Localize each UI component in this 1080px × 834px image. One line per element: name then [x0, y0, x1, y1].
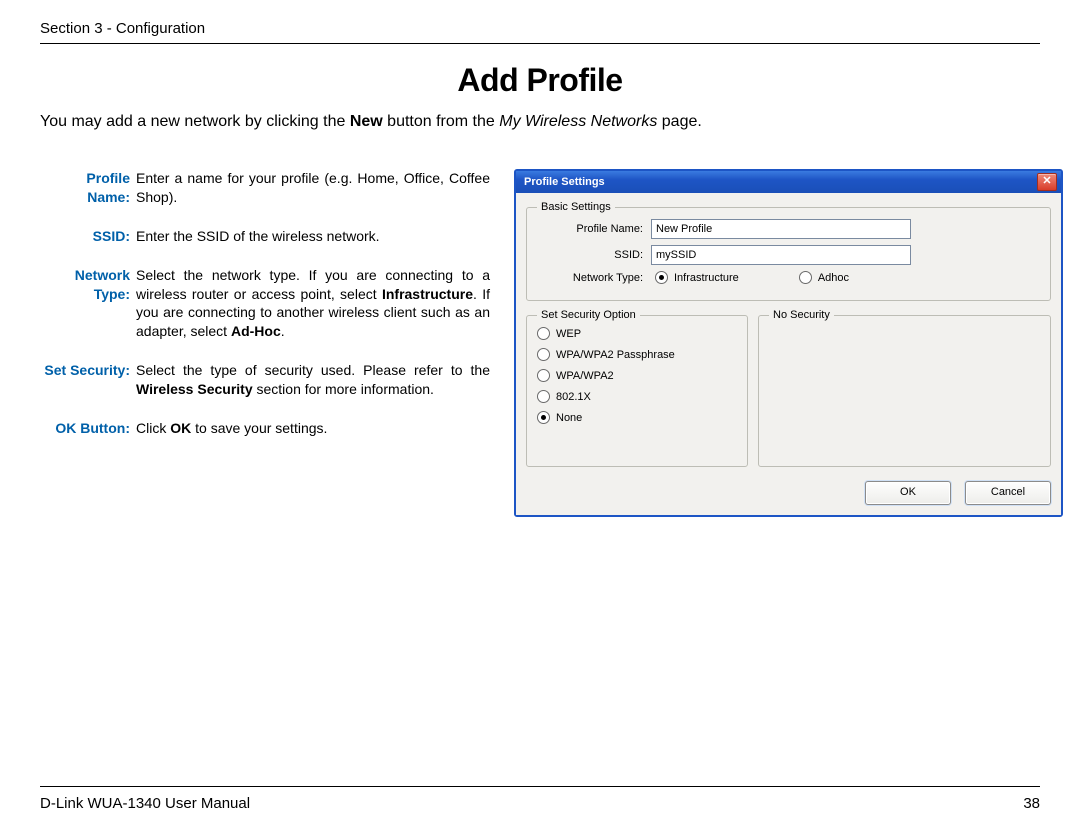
ok-button[interactable]: OK [865, 481, 951, 505]
definitions-column: Profile Name: Enter a name for your prof… [40, 169, 490, 458]
footer-page-number: 38 [1023, 795, 1040, 812]
page-title: Add Profile [40, 62, 1040, 99]
def-bold: OK [170, 420, 191, 436]
radio-label: 802.1X [556, 391, 591, 403]
radio-infrastructure[interactable]: Infrastructure [655, 271, 739, 284]
row-network-type: Network Type: Infrastructure Adhoc [537, 271, 1040, 284]
radio-wpa-wpa2[interactable]: WPA/WPA2 [537, 369, 737, 382]
radio-8021x[interactable]: 802.1X [537, 390, 737, 403]
def-label: Network Type: [40, 266, 136, 342]
content-row: Profile Name: Enter a name for your prof… [40, 169, 1040, 517]
radio-label: WPA/WPA2 Passphrase [556, 349, 675, 361]
radio-icon [655, 271, 668, 284]
basic-settings-group: Basic Settings Profile Name: New Profile… [526, 201, 1051, 301]
label-network-type: Network Type: [537, 272, 651, 284]
group-legend: Basic Settings [537, 201, 615, 213]
titlebar-title: Profile Settings [524, 176, 605, 188]
radio-wep[interactable]: WEP [537, 327, 737, 340]
input-ssid[interactable]: mySSID [651, 245, 911, 265]
def-text: . [281, 323, 285, 339]
def-ssid: SSID: Enter the SSID of the wireless net… [40, 227, 490, 246]
dialog-body: Basic Settings Profile Name: New Profile… [516, 193, 1061, 515]
footer-left: D-Link WUA-1340 User Manual [40, 795, 250, 812]
def-bold: Ad-Hoc [231, 323, 281, 339]
label-ssid: SSID: [537, 249, 651, 261]
manual-page: Section 3 - Configuration Add Profile Yo… [0, 0, 1080, 834]
radio-label: WEP [556, 328, 581, 340]
group-legend: No Security [769, 309, 834, 321]
radio-icon [537, 390, 550, 403]
intro-italic: My Wireless Networks [499, 113, 657, 130]
def-network-type: Network Type: Select the network type. I… [40, 266, 490, 342]
def-body: Select the type of security used. Please… [136, 361, 490, 399]
def-text: to save your settings. [191, 420, 327, 436]
def-label: OK Button: [40, 419, 136, 438]
radio-icon [537, 411, 550, 424]
def-body: Select the network type. If you are conn… [136, 266, 490, 342]
radio-adhoc[interactable]: Adhoc [799, 271, 849, 284]
radio-label: Infrastructure [674, 272, 739, 284]
row-profile-name: Profile Name: New Profile [537, 219, 1040, 239]
close-icon[interactable]: ✕ [1037, 173, 1057, 191]
radio-icon [537, 348, 550, 361]
intro-text: button from the [383, 113, 500, 130]
security-row: Set Security Option WEP WPA/WPA2 Passphr… [526, 309, 1051, 475]
set-security-group: Set Security Option WEP WPA/WPA2 Passphr… [526, 309, 748, 467]
def-label: Set Security: [40, 361, 136, 399]
def-body: Enter a name for your profile (e.g. Home… [136, 169, 490, 207]
group-legend: Set Security Option [537, 309, 640, 321]
def-bold: Infrastructure [382, 286, 473, 302]
def-bold: Wireless Security [136, 381, 253, 397]
network-type-radios: Infrastructure Adhoc [651, 271, 849, 284]
def-set-security: Set Security: Select the type of securit… [40, 361, 490, 399]
radio-icon [537, 369, 550, 382]
def-ok-button: OK Button: Click OK to save your setting… [40, 419, 490, 438]
def-text: Select the type of security used. Please… [136, 362, 490, 378]
titlebar[interactable]: Profile Settings ✕ [516, 171, 1061, 193]
radio-label: WPA/WPA2 [556, 370, 614, 382]
page-footer: D-Link WUA-1340 User Manual 38 [40, 786, 1040, 812]
def-text: section for more information. [253, 381, 434, 397]
def-label: Profile Name: [40, 169, 136, 207]
intro-paragraph: You may add a new network by clicking th… [40, 113, 1040, 131]
radio-none[interactable]: None [537, 411, 737, 424]
intro-text: You may add a new network by clicking th… [40, 113, 350, 130]
cancel-button[interactable]: Cancel [965, 481, 1051, 505]
def-profile-name: Profile Name: Enter a name for your prof… [40, 169, 490, 207]
intro-bold: New [350, 113, 383, 130]
radio-icon [799, 271, 812, 284]
row-ssid: SSID: mySSID [537, 245, 1040, 265]
radio-label: None [556, 412, 582, 424]
profile-settings-dialog: Profile Settings ✕ Basic Settings Profil… [514, 169, 1063, 517]
no-security-group: No Security [758, 309, 1051, 467]
section-header: Section 3 - Configuration [40, 20, 1040, 44]
radio-label: Adhoc [818, 272, 849, 284]
def-label: SSID: [40, 227, 136, 246]
def-body: Click OK to save your settings. [136, 419, 490, 438]
input-profile-name[interactable]: New Profile [651, 219, 911, 239]
radio-wpa-wpa2-passphrase[interactable]: WPA/WPA2 Passphrase [537, 348, 737, 361]
def-body: Enter the SSID of the wireless network. [136, 227, 490, 246]
dialog-buttons: OK Cancel [526, 475, 1051, 505]
def-text: Click [136, 420, 170, 436]
label-profile-name: Profile Name: [537, 223, 651, 235]
intro-text: page. [657, 113, 701, 130]
radio-icon [537, 327, 550, 340]
